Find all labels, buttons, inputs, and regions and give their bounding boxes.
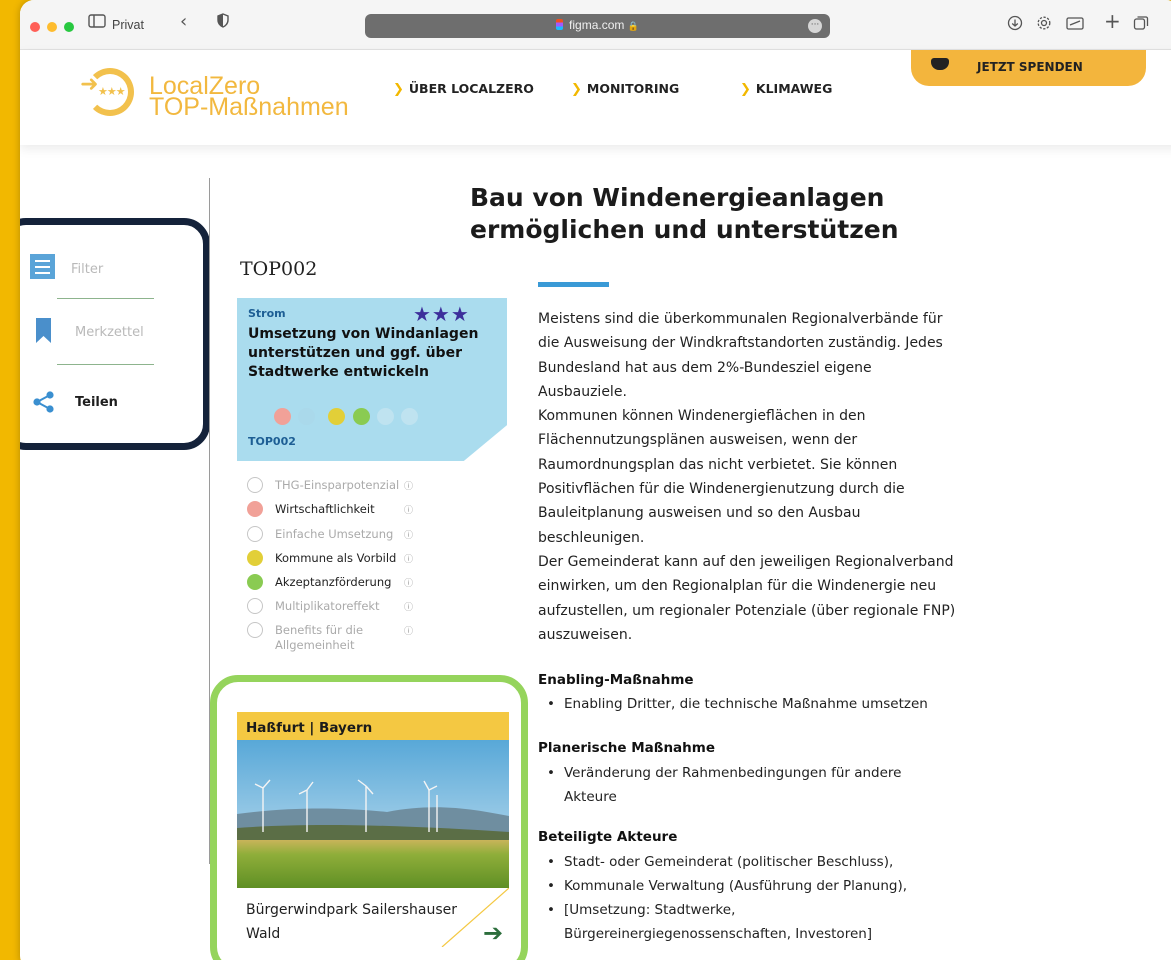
chevron-right-icon: ❯ — [740, 82, 751, 97]
criteria-indicator — [247, 598, 263, 614]
lock-icon: 🔒 — [627, 21, 639, 31]
logo-arrow-icon: ➜ — [80, 72, 99, 97]
browser-toolbar: Privat ‹ figma.com 🔒 ··· + — [20, 0, 1171, 50]
example-name: Bürgerwindpark Sailershauser Wald — [246, 902, 458, 942]
nav-link-klimaweg[interactable]: ❯ KLIMAWEG — [740, 81, 832, 97]
measure-code: TOP002 — [240, 258, 318, 280]
back-icon[interactable]: ‹ — [180, 12, 187, 32]
akteure-heading: Beteiligte Akteure — [538, 829, 678, 845]
filter-button[interactable]: Filter — [71, 262, 103, 277]
list-item: • Kommunale Verwaltung (Ausführung der Pl… — [547, 878, 908, 894]
donate-button[interactable]: JETZT SPENDEN — [911, 50, 1146, 86]
address-bar[interactable]: figma.com 🔒 ··· — [365, 14, 830, 38]
wind-farm-photo — [237, 740, 509, 888]
figma-favicon-icon — [556, 19, 564, 30]
criteria-indicator — [247, 550, 263, 566]
criteria-indicator — [247, 622, 263, 638]
divider — [57, 298, 154, 299]
info-icon[interactable]: ⓘ — [404, 576, 413, 589]
filter-sliders-icon[interactable] — [30, 254, 55, 279]
list-item: • Veränderung der Rahmenbedingungen für a… — [547, 765, 902, 805]
example-card[interactable]: Haßfurt | Bayern Bürgerwindpark Sailersh… — [237, 712, 509, 947]
nav-link-ueber[interactable]: ❯ ÜBER LOCALZERO — [393, 81, 534, 97]
site-header: ➜ ★★★ LocalZero TOP-Maßnahmen ❯ ÜBER LOCA… — [20, 50, 1171, 145]
sidebar-toggle-icon[interactable] — [88, 13, 106, 33]
accent-bar — [538, 282, 609, 287]
list-item: • Enabling Dritter, die technische Maßnah… — [547, 696, 928, 712]
rating-stars-icon: ★★★ — [413, 302, 470, 326]
logo-stars-icon: ★★★ — [98, 85, 126, 98]
card-code: TOP002 — [248, 435, 296, 448]
criteria-dot — [298, 408, 315, 425]
criteria-dot — [274, 408, 291, 425]
share-button[interactable]: Teilen — [75, 395, 118, 410]
nav-link-monitoring[interactable]: ❯ MONITORING — [571, 81, 679, 97]
share-icon[interactable] — [32, 390, 56, 414]
page-title: Bau von Windenergieanlagen ermöglichen u… — [470, 183, 899, 244]
url-text: figma.com — [569, 18, 625, 32]
criteria-dot — [328, 408, 345, 425]
chevron-right-icon: ❯ — [393, 82, 404, 97]
criteria-indicator — [247, 477, 263, 493]
shield-icon[interactable] — [217, 13, 229, 33]
tab-overview-icon[interactable] — [1133, 15, 1149, 36]
merkzettel-button[interactable]: Merkzettel — [75, 325, 144, 340]
profile-label[interactable]: Privat — [112, 15, 144, 35]
criteria-dot — [401, 408, 418, 425]
criteria-indicator — [247, 526, 263, 542]
settings-gear-icon[interactable] — [1036, 15, 1052, 36]
info-icon[interactable]: ⓘ — [404, 600, 413, 613]
enabling-heading: Enabling-Maßnahme — [538, 672, 694, 688]
info-icon[interactable]: ⓘ — [404, 503, 413, 516]
measure-card[interactable]: Strom ★★★ Umsetzung von Windanlagen unte… — [237, 298, 507, 461]
logo-line2: TOP-Maßnahmen — [149, 93, 349, 121]
list-item: • [Umsetzung: Stadtwerke, Bürgereinergieg… — [547, 902, 873, 942]
divider — [57, 364, 154, 365]
criteria-dot — [353, 408, 370, 425]
criteria-indicator — [247, 501, 263, 517]
info-icon[interactable]: ⓘ — [404, 479, 413, 492]
criteria-indicator — [247, 574, 263, 590]
arrow-right-icon[interactable]: ➔ — [483, 919, 503, 947]
new-tab-icon[interactable]: + — [1104, 11, 1121, 31]
planerisch-heading: Planerische Maßnahme — [538, 740, 715, 756]
info-icon[interactable]: ⓘ — [404, 624, 413, 637]
browser-window: Privat ‹ figma.com 🔒 ··· + ➜ ★★★ LocalZe… — [20, 0, 1171, 960]
chevron-right-icon: ❯ — [571, 82, 582, 97]
donate-hand-icon — [931, 58, 949, 70]
example-location: Haßfurt | Bayern — [246, 720, 373, 736]
info-icon[interactable]: ⓘ — [404, 528, 413, 541]
close-window-button[interactable] — [30, 22, 40, 32]
description-text: Meistens sind die überkommunalen Regiona… — [538, 311, 956, 643]
download-icon[interactable] — [1007, 15, 1023, 36]
card-category: Strom — [248, 307, 286, 320]
page-menu-icon[interactable]: ··· — [808, 19, 822, 33]
minimize-window-button[interactable] — [47, 22, 57, 32]
zoom-window-button[interactable] — [64, 22, 74, 32]
reader-icon[interactable] — [1066, 15, 1086, 36]
list-item: • Stadt- oder Gemeinderat (politischer Be… — [547, 854, 894, 870]
example-card-header: Haßfurt | Bayern — [237, 712, 509, 740]
criteria-dot — [377, 408, 394, 425]
card-title: Umsetzung von Windanlagen unterstützen u… — [248, 326, 479, 380]
info-icon[interactable]: ⓘ — [404, 552, 413, 565]
